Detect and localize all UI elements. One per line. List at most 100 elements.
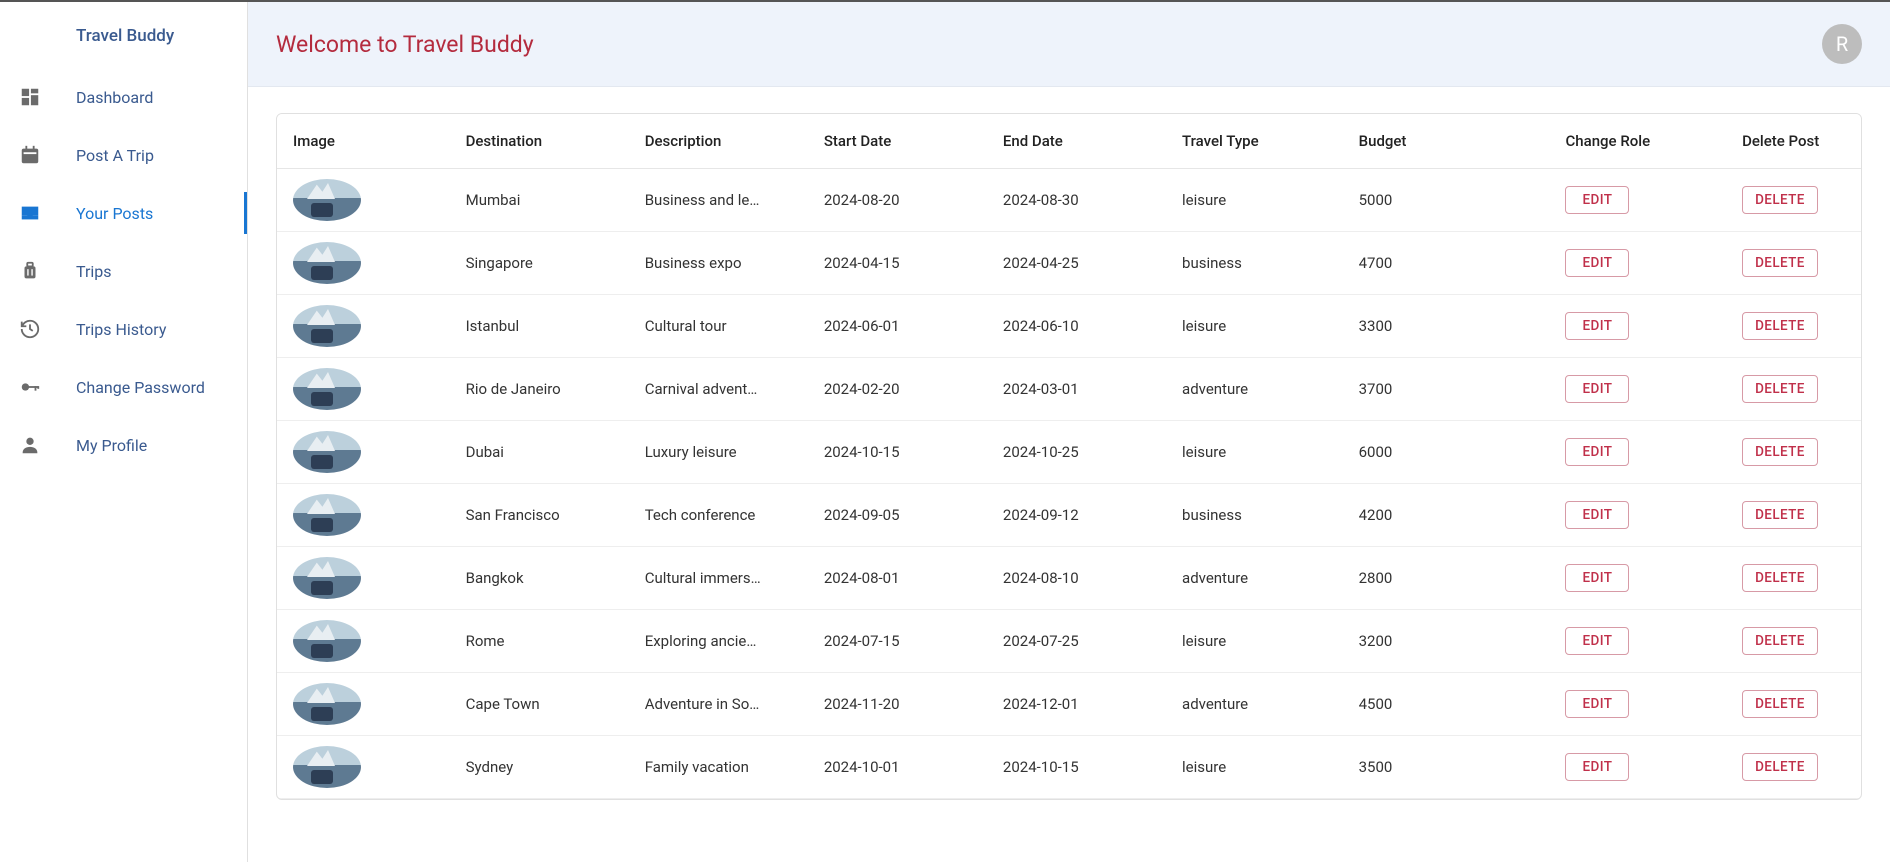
cell-destination: Singapore <box>454 232 633 295</box>
cell-budget: 3500 <box>1347 736 1554 799</box>
trip-thumbnail <box>293 494 361 536</box>
delete-button[interactable]: DELETE <box>1742 438 1818 466</box>
delete-button[interactable]: DELETE <box>1742 249 1818 277</box>
cell-destination: Sydney <box>454 736 633 799</box>
cell-destination: Istanbul <box>454 295 633 358</box>
cell-end-date: 2024-10-25 <box>991 421 1170 484</box>
cell-delete-post: DELETE <box>1730 610 1861 673</box>
table-body: MumbaiBusiness and le…2024-08-202024-08-… <box>277 169 1861 799</box>
sidebar-item-label: Trips <box>76 262 112 281</box>
cell-start-date: 2024-06-01 <box>812 295 991 358</box>
cell-start-date: 2024-07-15 <box>812 610 991 673</box>
cell-delete-post: DELETE <box>1730 421 1861 484</box>
cell-end-date: 2024-08-30 <box>991 169 1170 232</box>
table-row: DubaiLuxury leisure2024-10-152024-10-25l… <box>277 421 1861 484</box>
cell-end-date: 2024-10-15 <box>991 736 1170 799</box>
column-header: Image <box>277 114 454 169</box>
cell-end-date: 2024-09-12 <box>991 484 1170 547</box>
sidebar-item-label: My Profile <box>76 436 147 455</box>
sidebar-item-change-password[interactable]: Change Password <box>0 358 247 416</box>
trip-thumbnail <box>293 242 361 284</box>
cell-change-role: EDIT <box>1553 169 1730 232</box>
cell-end-date: 2024-12-01 <box>991 673 1170 736</box>
calendar-icon <box>18 143 42 167</box>
edit-button[interactable]: EDIT <box>1565 186 1629 214</box>
cell-change-role: EDIT <box>1553 421 1730 484</box>
edit-button[interactable]: EDIT <box>1565 375 1629 403</box>
cell-destination: Mumbai <box>454 169 633 232</box>
cell-delete-post: DELETE <box>1730 295 1861 358</box>
delete-button[interactable]: DELETE <box>1742 375 1818 403</box>
table-row: SydneyFamily vacation2024-10-012024-10-1… <box>277 736 1861 799</box>
cell-start-date: 2024-11-20 <box>812 673 991 736</box>
edit-button[interactable]: EDIT <box>1565 564 1629 592</box>
cell-end-date: 2024-07-25 <box>991 610 1170 673</box>
person-icon <box>18 433 42 457</box>
table-row: Rio de JaneiroCarnival advent…2024-02-20… <box>277 358 1861 421</box>
edit-button[interactable]: EDIT <box>1565 312 1629 340</box>
trip-thumbnail <box>293 746 361 788</box>
content-area: ImageDestinationDescriptionStart DateEnd… <box>248 87 1890 826</box>
inbox-icon <box>18 201 42 225</box>
table-row: San FranciscoTech conference2024-09-0520… <box>277 484 1861 547</box>
posts-table: ImageDestinationDescriptionStart DateEnd… <box>277 114 1861 799</box>
cell-start-date: 2024-08-01 <box>812 547 991 610</box>
cell-budget: 2800 <box>1347 547 1554 610</box>
cell-description: Cultural tour <box>633 295 812 358</box>
cell-delete-post: DELETE <box>1730 232 1861 295</box>
header: Welcome to Travel Buddy R <box>248 2 1890 87</box>
luggage-icon <box>18 259 42 283</box>
column-header: Travel Type <box>1170 114 1347 169</box>
sidebar-item-post-a-trip[interactable]: Post A Trip <box>0 126 247 184</box>
delete-button[interactable]: DELETE <box>1742 690 1818 718</box>
cell-travel-type: leisure <box>1170 421 1347 484</box>
delete-button[interactable]: DELETE <box>1742 753 1818 781</box>
cell-image <box>277 421 454 484</box>
trip-thumbnail <box>293 620 361 662</box>
sidebar-item-dashboard[interactable]: Dashboard <box>0 68 247 126</box>
cell-end-date: 2024-03-01 <box>991 358 1170 421</box>
cell-destination: Rio de Janeiro <box>454 358 633 421</box>
edit-button[interactable]: EDIT <box>1565 501 1629 529</box>
cell-delete-post: DELETE <box>1730 673 1861 736</box>
sidebar-item-label: Post A Trip <box>76 146 154 165</box>
cell-change-role: EDIT <box>1553 358 1730 421</box>
edit-button[interactable]: EDIT <box>1565 438 1629 466</box>
edit-button[interactable]: EDIT <box>1565 249 1629 277</box>
cell-change-role: EDIT <box>1553 232 1730 295</box>
cell-change-role: EDIT <box>1553 610 1730 673</box>
page-title: Welcome to Travel Buddy <box>276 31 534 58</box>
edit-button[interactable]: EDIT <box>1565 753 1629 781</box>
cell-budget: 5000 <box>1347 169 1554 232</box>
cell-image <box>277 232 454 295</box>
cell-budget: 6000 <box>1347 421 1554 484</box>
delete-button[interactable]: DELETE <box>1742 627 1818 655</box>
key-icon <box>18 375 42 399</box>
column-header: Description <box>633 114 812 169</box>
delete-button[interactable]: DELETE <box>1742 186 1818 214</box>
column-header: End Date <box>991 114 1170 169</box>
avatar[interactable]: R <box>1822 24 1862 64</box>
cell-travel-type: adventure <box>1170 673 1347 736</box>
cell-budget: 3300 <box>1347 295 1554 358</box>
cell-start-date: 2024-08-20 <box>812 169 991 232</box>
delete-button[interactable]: DELETE <box>1742 564 1818 592</box>
edit-button[interactable]: EDIT <box>1565 690 1629 718</box>
sidebar-item-your-posts[interactable]: Your Posts <box>0 184 247 242</box>
table-row: Cape TownAdventure in So…2024-11-202024-… <box>277 673 1861 736</box>
sidebar-item-trips-history[interactable]: Trips History <box>0 300 247 358</box>
cell-description: Business and le… <box>633 169 812 232</box>
delete-button[interactable]: DELETE <box>1742 501 1818 529</box>
cell-start-date: 2024-10-15 <box>812 421 991 484</box>
cell-destination: Rome <box>454 610 633 673</box>
sidebar-item-label: Change Password <box>76 378 205 397</box>
cell-change-role: EDIT <box>1553 484 1730 547</box>
sidebar-item-label: Your Posts <box>76 204 153 223</box>
delete-button[interactable]: DELETE <box>1742 312 1818 340</box>
sidebar-item-my-profile[interactable]: My Profile <box>0 416 247 474</box>
sidebar-item-trips[interactable]: Trips <box>0 242 247 300</box>
table-row: MumbaiBusiness and le…2024-08-202024-08-… <box>277 169 1861 232</box>
edit-button[interactable]: EDIT <box>1565 627 1629 655</box>
table-header-row: ImageDestinationDescriptionStart DateEnd… <box>277 114 1861 169</box>
trip-thumbnail <box>293 683 361 725</box>
